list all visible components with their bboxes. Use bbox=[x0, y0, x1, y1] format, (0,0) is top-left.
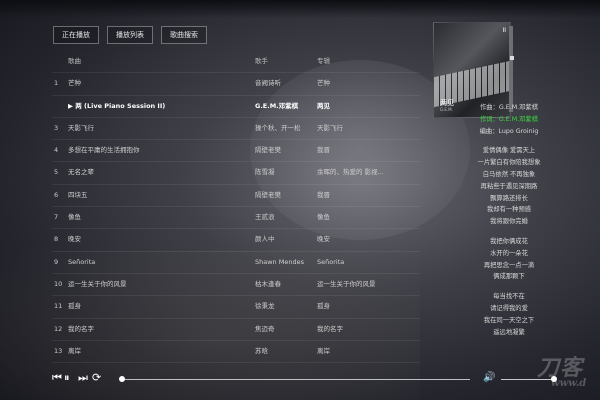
song-title: 芒种 bbox=[68, 79, 81, 88]
song-title: 运一生关于你的风景 bbox=[68, 279, 127, 288]
song-list: 歌曲 歌手 专辑 1 芒种 音阙诗听 芒种 ▶ 两 (Live Piano Sessio… bbox=[52, 51, 420, 364]
volume-icon[interactable]: 🔊 bbox=[483, 372, 495, 383]
pause-icon[interactable]: ⏸ bbox=[64, 371, 70, 385]
watermark-logo: 刀客 www.d bbox=[515, 348, 600, 400]
song-artist: 音阙诗听 bbox=[255, 79, 281, 88]
lyric-line: 遥远地凝繁 bbox=[493, 328, 525, 336]
lyric-gap bbox=[425, 137, 593, 145]
lyric-line: 再粘些于遇见深期路 bbox=[480, 182, 538, 190]
lyric-line: 编曲：Lupo Groinig bbox=[479, 127, 539, 135]
song-row[interactable]: 8 晚安 颜人中 晚安 bbox=[52, 229, 420, 252]
lyrics-panel[interactable]: 作曲：G.E.M.邓紫棋 作词：G.E.M.邓紫棋 编曲：Lupo Groinig 爱… bbox=[425, 102, 593, 338]
tab-bar: 正在播放 播放列表 歌曲搜索 bbox=[53, 26, 207, 44]
vinyl-edge bbox=[509, 26, 513, 112]
song-artist: 颜人中 bbox=[255, 235, 275, 244]
song-title: 离岸 bbox=[68, 346, 81, 355]
song-artist: 枯木逢春 bbox=[255, 279, 281, 288]
song-album: 运一生关于你的风景 bbox=[317, 279, 376, 288]
top-shade bbox=[0, 0, 600, 18]
song-title: 孤身 bbox=[68, 302, 81, 311]
song-album: 我晋 bbox=[317, 146, 330, 155]
song-row[interactable]: 5 无名之辈 陈雪凝 余晖的、热爱的 影视... bbox=[52, 162, 420, 185]
song-list-header: 歌曲 歌手 专辑 bbox=[52, 51, 420, 74]
tab-now-playing[interactable]: 正在播放 bbox=[53, 26, 99, 44]
lyric-line: 我把你俩成花 bbox=[490, 237, 528, 245]
song-title: 四块五 bbox=[68, 190, 88, 199]
song-row[interactable]: 4 多想在平庸的生活拥抱你 隔壁老樊 我晋 bbox=[52, 140, 420, 163]
song-artist: 王贰浪 bbox=[255, 213, 275, 222]
song-row[interactable]: 11 孤身 徐秉龙 孤身 bbox=[52, 296, 420, 319]
lyric-line: 我却有一种预感 bbox=[486, 206, 532, 214]
lyric-line: 俩成那颗下 bbox=[493, 273, 525, 281]
lyric-line: 作词：G.E.M.邓紫棋 bbox=[479, 115, 539, 123]
vinyl-marker bbox=[510, 56, 514, 60]
column-header-album: 专辑 bbox=[317, 57, 330, 65]
song-album: 天影飞行 bbox=[317, 123, 343, 132]
song-album: 两见 bbox=[317, 101, 330, 110]
song-artist: 陈雪凝 bbox=[255, 168, 275, 177]
lyric-line: 飘算路还排长 bbox=[490, 194, 528, 202]
lyric-line: 白马依然 不再独象 bbox=[482, 170, 536, 178]
song-title: ▶ 两 (Live Piano Session II) bbox=[68, 101, 166, 110]
song-title: 像鱼 bbox=[68, 213, 81, 222]
column-header-artist: 歌手 bbox=[255, 57, 268, 65]
column-header-title: 歌曲 bbox=[68, 57, 81, 65]
previous-icon[interactable]: ⏮ bbox=[52, 371, 62, 385]
song-album: 离岸 bbox=[317, 346, 330, 355]
player-bar: ⏮ ⏸ ⏭ ⟳ 🔊 bbox=[0, 365, 600, 400]
song-title: 天影飞行 bbox=[68, 123, 94, 132]
song-row[interactable]: 13 离岸 苏晗 离岸 bbox=[52, 341, 420, 364]
song-album: 晚安 bbox=[317, 235, 330, 244]
song-artist: 隔壁老樊 bbox=[255, 190, 281, 199]
lyric-line: 一片繁白有你陪我想象 bbox=[477, 159, 541, 167]
lyric-line: 我将跟你完婚 bbox=[490, 218, 528, 226]
lyric-line: 作曲：G.E.M.邓紫棋 bbox=[479, 104, 539, 111]
lyric-line: 每当找不在 bbox=[493, 293, 525, 301]
lyric-gap bbox=[425, 228, 593, 236]
song-artist: 焦迈奇 bbox=[255, 324, 275, 333]
song-title: 无名之辈 bbox=[68, 168, 94, 177]
song-row[interactable]: 10 运一生关于你的风景 枯木逢春 运一生关于你的风景 bbox=[52, 274, 420, 297]
song-row[interactable]: ▶ 两 (Live Piano Session II) G.E.M.邓紫棋 两见 bbox=[52, 96, 420, 118]
song-album: 我晋 bbox=[317, 190, 330, 199]
lyric-line: 爱情偶像 爱需天上 bbox=[482, 147, 536, 155]
tab-song-search[interactable]: 歌曲搜索 bbox=[161, 26, 207, 44]
song-title: 我的名字 bbox=[68, 324, 94, 333]
song-row[interactable]: 3 天影飞行 操个秋、开一松 天影飞行 bbox=[52, 118, 420, 141]
song-artist: 操个秋、开一松 bbox=[255, 123, 301, 132]
song-artist: 苏晗 bbox=[255, 346, 268, 355]
song-row[interactable]: 9 Señorita Shawn Mendes Señorita bbox=[52, 252, 420, 274]
song-artist: G.E.M.邓紫棋 bbox=[255, 101, 299, 110]
lyric-line: 我在同一天空之下 bbox=[483, 316, 535, 324]
song-artist: 徐秉龙 bbox=[255, 302, 275, 311]
lyric-line: 再把思念一点一滴 bbox=[483, 261, 535, 269]
cover-mark: II bbox=[502, 27, 506, 34]
lyric-line: 请记得我的爱 bbox=[490, 304, 528, 312]
progress-handle[interactable] bbox=[119, 376, 125, 382]
song-title: 晚安 bbox=[68, 235, 81, 244]
song-album: 像鱼 bbox=[317, 213, 330, 222]
song-row[interactable]: 6 四块五 隔壁老樊 我晋 bbox=[52, 185, 420, 208]
song-title: 多想在平庸的生活拥抱你 bbox=[68, 146, 140, 155]
song-album: 我的名字 bbox=[317, 324, 343, 333]
next-icon[interactable]: ⏭ bbox=[78, 371, 88, 385]
song-row[interactable]: 12 我的名字 焦迈奇 我的名字 bbox=[52, 319, 420, 341]
song-artist: Shawn Mendes bbox=[255, 257, 304, 266]
song-artist: 隔壁老樊 bbox=[255, 146, 281, 155]
watermark-url: www.d bbox=[551, 378, 587, 389]
lyric-line: 水开的一朵花 bbox=[490, 249, 528, 257]
song-album: Señorita bbox=[317, 257, 345, 266]
lyric-gap bbox=[425, 283, 593, 291]
song-album: 孤身 bbox=[317, 302, 330, 311]
progress-track[interactable] bbox=[122, 379, 470, 380]
song-album: 余晖的、热爱的 影视... bbox=[317, 168, 384, 177]
loop-icon[interactable]: ⟳ bbox=[92, 371, 101, 384]
song-row[interactable]: 1 芒种 音阙诗听 芒种 bbox=[52, 73, 420, 96]
song-title: Señorita bbox=[68, 257, 96, 266]
song-row[interactable]: 7 像鱼 王贰浪 像鱼 bbox=[52, 207, 420, 230]
song-album: 芒种 bbox=[317, 79, 330, 88]
tab-playlist[interactable]: 播放列表 bbox=[107, 26, 153, 44]
